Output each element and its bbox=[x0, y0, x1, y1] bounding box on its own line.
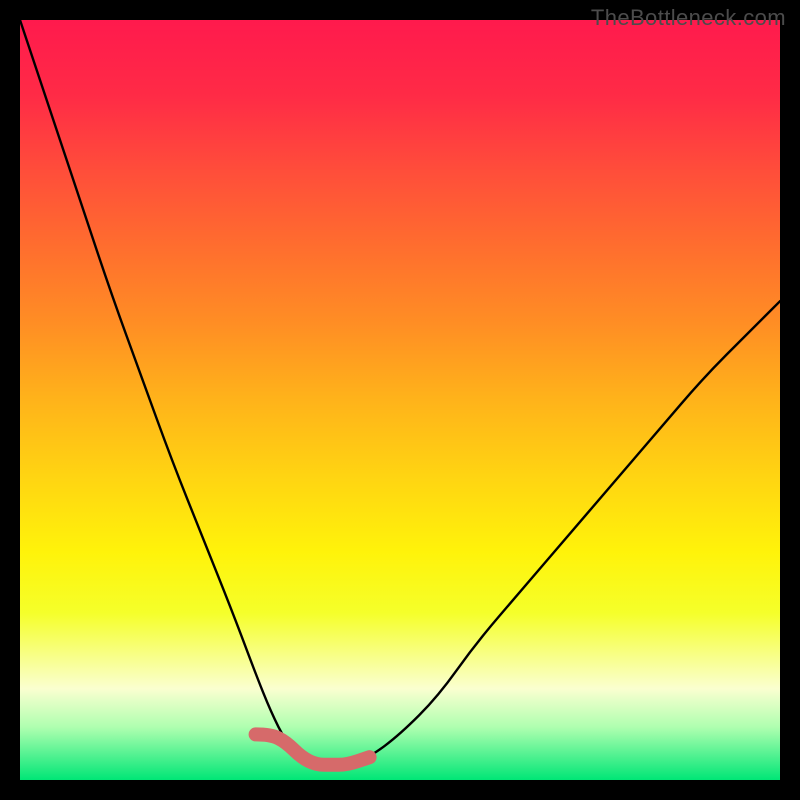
curve-highlight bbox=[256, 734, 370, 764]
curve-layer bbox=[20, 20, 780, 780]
bottleneck-curve bbox=[20, 20, 780, 765]
chart-frame bbox=[20, 20, 780, 780]
watermark-text: TheBottleneck.com bbox=[591, 5, 786, 31]
